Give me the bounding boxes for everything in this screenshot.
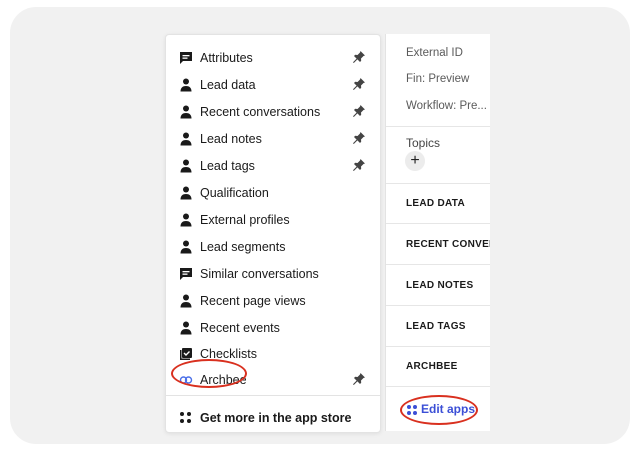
topics-label: Topics xyxy=(406,136,441,150)
menu-item-label: Checklists xyxy=(200,347,257,361)
apps-menu: Attributes Lead data Recent conversation… xyxy=(165,34,381,433)
attribute-fin-preview: Fin: Preview xyxy=(406,73,470,85)
person-icon xyxy=(180,321,192,335)
section-archbee[interactable]: ARCHBEE xyxy=(406,361,458,372)
divider xyxy=(386,386,490,387)
apps-grid-icon xyxy=(180,412,191,423)
menu-item-label: Similar conversations xyxy=(200,267,319,281)
section-recent-conversations[interactable]: RECENT CONVER xyxy=(406,239,490,250)
menu-divider xyxy=(166,395,380,396)
person-icon xyxy=(180,105,192,119)
divider xyxy=(386,305,490,306)
menu-item-label: Lead notes xyxy=(200,132,262,146)
attribute-external-id: External ID xyxy=(406,47,463,59)
message-icon xyxy=(180,52,192,64)
link-icon xyxy=(179,376,193,384)
menu-item-label: Lead segments xyxy=(200,240,286,254)
details-panel: External ID Fin: Preview Workflow: Pre..… xyxy=(385,34,490,431)
menu-item-similar-conversations[interactable]: Similar conversations xyxy=(166,261,380,287)
menu-item-label: Attributes xyxy=(200,51,253,65)
menu-item-label: Qualification xyxy=(200,186,269,200)
section-lead-tags[interactable]: LEAD TAGS xyxy=(406,321,466,332)
person-icon xyxy=(180,132,192,146)
pin-icon[interactable] xyxy=(352,372,366,386)
menu-item-recent-page-views[interactable]: Recent page views xyxy=(166,288,380,314)
pin-icon[interactable] xyxy=(352,104,366,118)
person-icon xyxy=(180,159,192,173)
menu-item-lead-tags[interactable]: Lead tags xyxy=(166,153,380,179)
menu-item-label: Recent conversations xyxy=(200,105,321,119)
menu-item-label: Recent events xyxy=(200,321,280,335)
person-icon xyxy=(180,78,192,92)
menu-item-lead-segments[interactable]: Lead segments xyxy=(166,234,380,260)
pin-icon[interactable] xyxy=(352,77,366,91)
person-icon xyxy=(180,240,192,254)
menu-item-label: Archbee xyxy=(200,373,247,387)
apps-grid-icon xyxy=(407,405,417,415)
menu-item-recent-conversations[interactable]: Recent conversations xyxy=(166,99,380,125)
menu-item-external-profiles[interactable]: External profiles xyxy=(166,207,380,233)
pin-icon[interactable] xyxy=(352,158,366,172)
pin-icon[interactable] xyxy=(352,50,366,64)
checklist-icon xyxy=(180,348,192,360)
attribute-workflow: Workflow: Pre... xyxy=(406,100,487,112)
menu-item-label: Lead data xyxy=(200,78,256,92)
person-icon xyxy=(180,186,192,200)
menu-item-archbee[interactable]: Archbee xyxy=(166,367,380,393)
menu-item-label: Lead tags xyxy=(200,159,255,173)
section-lead-data[interactable]: LEAD DATA xyxy=(406,198,465,209)
edit-apps-label: Edit apps xyxy=(421,402,476,416)
menu-item-recent-events[interactable]: Recent events xyxy=(166,315,380,341)
message-icon xyxy=(180,268,192,280)
person-icon xyxy=(180,213,192,227)
divider xyxy=(386,126,490,127)
menu-item-attributes[interactable]: Attributes xyxy=(166,45,380,71)
person-icon xyxy=(180,294,192,308)
menu-item-label: External profiles xyxy=(200,213,290,227)
app-store-label: Get more in the app store xyxy=(200,411,352,425)
screenshot-frame: Attributes Lead data Recent conversation… xyxy=(10,7,630,444)
pin-icon[interactable] xyxy=(352,131,366,145)
app-store-link[interactable]: Get more in the app store xyxy=(166,404,380,430)
section-lead-notes[interactable]: LEAD NOTES xyxy=(406,280,473,291)
divider xyxy=(386,223,490,224)
add-topic-button[interactable]: + xyxy=(405,151,425,171)
divider xyxy=(386,183,490,184)
menu-item-lead-data[interactable]: Lead data xyxy=(166,72,380,98)
menu-item-lead-notes[interactable]: Lead notes xyxy=(166,126,380,152)
menu-item-checklists[interactable]: Checklists xyxy=(166,341,380,367)
menu-item-label: Recent page views xyxy=(200,294,306,308)
divider xyxy=(386,264,490,265)
divider xyxy=(386,346,490,347)
menu-item-qualification[interactable]: Qualification xyxy=(166,180,380,206)
